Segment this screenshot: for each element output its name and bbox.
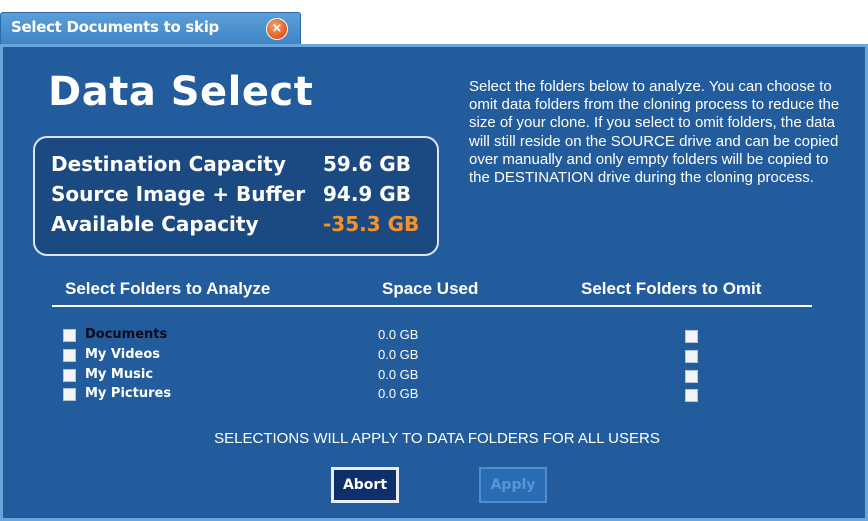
apply-button[interactable]: Apply (479, 467, 547, 503)
omit-checkbox-music[interactable] (685, 370, 698, 383)
folder-label: Documents (85, 327, 168, 342)
column-header-analyze: Select Folders to Analyze (65, 279, 271, 298)
analyze-checkbox-music[interactable] (63, 369, 76, 382)
destination-capacity-label: Destination Capacity (51, 152, 286, 176)
source-image-label: Source Image + Buffer (51, 182, 306, 206)
space-used-value: 0.0 GB (378, 327, 419, 342)
space-used-value: 0.0 GB (378, 347, 419, 362)
analyze-checkbox-pictures[interactable] (63, 388, 76, 401)
abort-button[interactable]: Abort (331, 467, 399, 503)
window-title: Select Documents to skip (11, 18, 219, 36)
folder-label: My Videos (85, 347, 161, 362)
folder-label: My Pictures (85, 386, 172, 401)
space-used-value: 0.0 GB (378, 367, 419, 382)
available-capacity-value: -35.3 GB (323, 212, 420, 236)
analyze-checkbox-videos[interactable] (63, 349, 76, 362)
omit-checkbox-documents[interactable] (685, 330, 698, 343)
destination-capacity-value: 59.6 GB (323, 152, 411, 176)
window-title-bar: Select Documents to skip × (0, 12, 301, 46)
header-divider (52, 305, 812, 307)
close-icon[interactable]: × (266, 18, 288, 40)
omit-checkbox-videos[interactable] (685, 350, 698, 363)
omit-checkbox-pictures[interactable] (685, 389, 698, 402)
data-select-dialog: Data Select Destination Capacity 59.6 GB… (0, 44, 868, 521)
selection-notice: SELECTIONS WILL APPLY TO DATA FOLDERS FO… (214, 430, 660, 447)
instructions-text: Select the folders below to analyze. You… (469, 78, 840, 187)
column-header-omit: Select Folders to Omit (581, 279, 762, 298)
source-image-value: 94.9 GB (323, 182, 411, 206)
page-title: Data Select (48, 69, 314, 115)
folder-label: My Music (85, 367, 154, 382)
analyze-checkbox-documents[interactable] (63, 329, 76, 342)
capacity-summary: Destination Capacity 59.6 GB Source Imag… (33, 136, 439, 256)
space-used-value: 0.0 GB (378, 386, 419, 401)
available-capacity-label: Available Capacity (51, 212, 259, 236)
column-header-space: Space Used (382, 279, 479, 298)
